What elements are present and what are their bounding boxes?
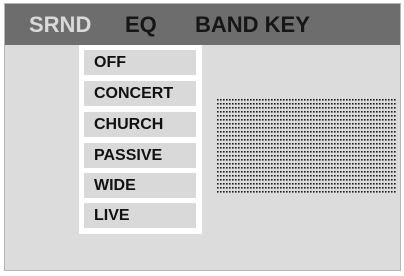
- tab-bar: SRND EQ BAND KEY: [5, 4, 400, 45]
- menu-item-live[interactable]: LIVE: [84, 203, 196, 228]
- surround-mode-menu: OFF CONCERT CHURCH PASSIVE WIDE LIVE: [79, 45, 202, 234]
- surround-settings-screen: SRND EQ BAND KEY OFF CONCERT CHURCH PASS…: [4, 3, 401, 271]
- menu-item-wide[interactable]: WIDE: [84, 173, 196, 198]
- tab-srnd[interactable]: SRND: [29, 4, 91, 45]
- menu-item-church[interactable]: CHURCH: [84, 112, 196, 137]
- eq-level-graph: [217, 99, 397, 193]
- menu-item-off[interactable]: OFF: [84, 50, 196, 75]
- tab-band-key[interactable]: BAND KEY: [195, 4, 310, 45]
- tab-eq[interactable]: EQ: [125, 4, 157, 45]
- eq-dot-matrix: [217, 99, 397, 193]
- menu-item-concert[interactable]: CONCERT: [84, 81, 196, 106]
- menu-item-passive[interactable]: PASSIVE: [84, 143, 196, 168]
